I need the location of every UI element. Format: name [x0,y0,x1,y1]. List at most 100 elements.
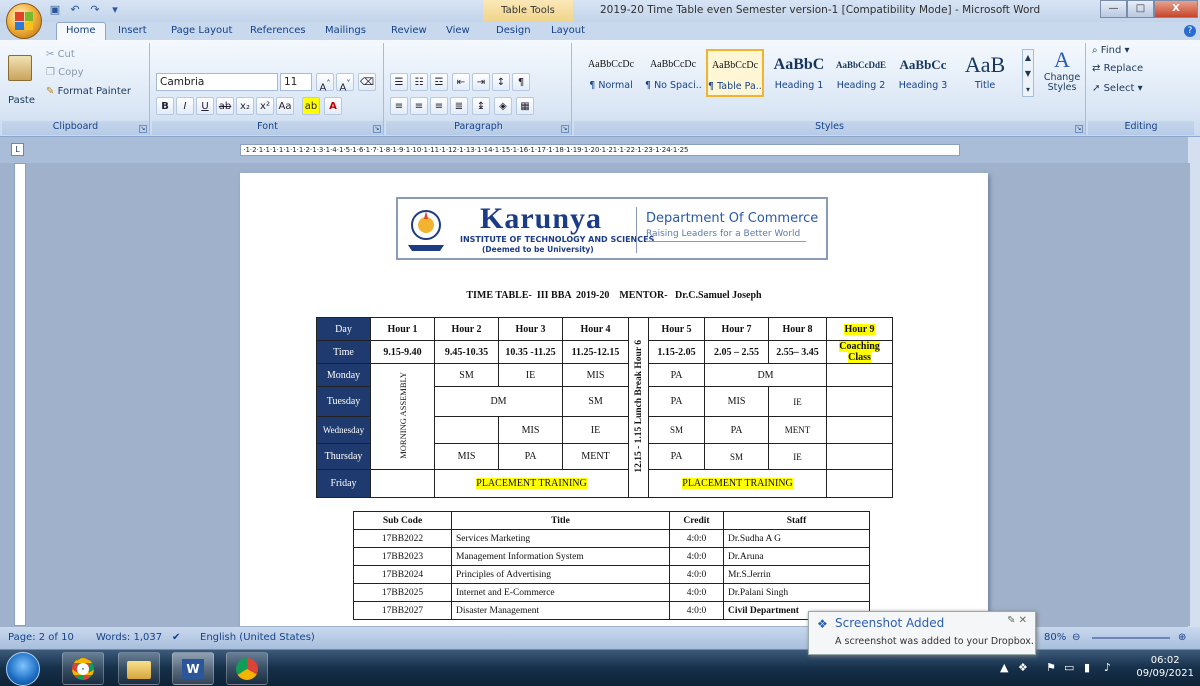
table-cell[interactable]: Hour 2 [434,317,499,341]
paste-icon[interactable] [8,55,32,81]
table-cell[interactable]: MIS [498,416,563,444]
highlight-icon[interactable]: ab [302,97,320,115]
table-cell[interactable]: Friday [316,469,371,498]
proofing-icon[interactable]: ✔ [172,632,180,643]
table-cell[interactable]: 9.15-9.40 [370,340,435,364]
underline-icon[interactable]: U [196,97,214,115]
close-button[interactable]: X [1154,0,1198,18]
format-painter-button[interactable]: ✎ Format Painter [46,86,131,97]
display-icon[interactable]: ▭ [1064,661,1074,674]
document-page[interactable]: Karunya INSTITUTE OF TECHNOLOGY AND SCIE… [240,173,988,626]
table-cell[interactable]: Time [316,340,371,364]
volume-icon[interactable]: ♪ [1104,661,1111,674]
paragraph-dialog-launcher[interactable]: ↘ [561,125,569,133]
table-cell[interactable]: 9.45-10.35 [434,340,499,364]
table-cell[interactable]: PA [704,416,769,444]
table-cell[interactable]: MENT [562,443,629,470]
font-family-input[interactable]: Cambria [156,73,278,91]
tray-expand-icon[interactable]: ▲ [1000,661,1008,674]
font-color-icon[interactable]: A [324,97,342,115]
shrink-font-icon[interactable]: A˅ [336,73,354,93]
table-cell[interactable]: Title [451,511,670,530]
styles-scroll[interactable]: ▲ ▼ ▾ [1022,49,1034,97]
table-cell[interactable]: MIS [704,386,769,417]
table-cell[interactable]: SM [648,416,705,444]
table-cell[interactable]: PA [498,443,563,470]
shading-icon[interactable]: ◈ [494,97,512,115]
table-cell[interactable]: Hour 7 [704,317,769,341]
style-normal[interactable]: AaBbCcDc ¶ Normal [582,49,640,97]
strikethrough-icon[interactable]: ab [216,97,234,115]
align-left-icon[interactable]: ≡ [390,97,408,115]
horizontal-ruler[interactable]: ·1·2·1·1·1·1·1·1·1·2·1·3·1·4·1·5·1·6·1·7… [240,144,960,156]
bold-icon[interactable]: B [156,97,174,115]
style-heading-2[interactable]: AaBbCcDdE Heading 2 [832,49,890,97]
table-cell[interactable]: 17BB2022 [353,529,452,548]
table-cell[interactable]: SM [562,386,629,417]
tab-review[interactable]: Review [391,25,427,36]
font-dialog-launcher[interactable]: ↘ [373,125,381,133]
zoom-slider[interactable] [1092,637,1170,639]
vertical-ruler[interactable] [14,163,26,626]
table-cell[interactable]: IE [768,386,827,417]
superscript-icon[interactable]: x² [256,97,274,115]
word-taskbar-icon[interactable]: W [172,652,214,685]
dropbox-notification[interactable]: ❖ Screenshot Added ✎ ✕ A screenshot was … [808,611,1036,655]
tab-design[interactable]: Design [496,25,531,36]
table-cell[interactable]: Wednesday [316,416,371,444]
select-button[interactable]: ➚ Select ▾ [1092,83,1143,94]
copy-button[interactable]: ❐ Copy [46,67,84,78]
table-cell[interactable]: 17BB2023 [353,547,452,566]
increase-indent-icon[interactable]: ⇥ [472,73,490,91]
table-cell[interactable]: 4:0:0 [669,601,724,620]
table-cell[interactable]: 2.55– 3.45 [768,340,827,364]
table-cell[interactable] [370,469,435,498]
tab-layout[interactable]: Layout [551,25,585,36]
page-count[interactable]: Page: 2 of 10 [8,632,74,643]
save-icon[interactable]: ▣ [48,3,62,17]
table-cell[interactable]: 4:0:0 [669,583,724,602]
table-cell[interactable]: Sub Code [353,511,452,530]
network-icon[interactable]: ▮ [1084,661,1090,674]
style-no-spacing[interactable]: AaBbCcDc ¶ No Spaci... [644,49,702,97]
table-cell[interactable]: Hour 4 [562,317,629,341]
table-cell[interactable]: Credit [669,511,724,530]
show-formatting-icon[interactable]: ¶ [512,73,530,91]
table-cell[interactable]: 17BB2024 [353,565,452,584]
maximize-button[interactable]: □ [1127,0,1154,18]
tab-view[interactable]: View [446,25,470,36]
table-cell[interactable]: Hour 3 [498,317,563,341]
customize-qat-icon[interactable]: ▾ [108,3,122,17]
table-cell[interactable]: MENT [768,416,827,444]
table-cell[interactable]: Thursday [316,443,371,470]
explorer-taskbar-icon[interactable] [118,652,160,685]
table-cell[interactable]: 4:0:0 [669,529,724,548]
tab-selector-icon[interactable]: L [11,143,24,156]
table-cell[interactable]: Hour 9 [826,317,893,341]
table-cell[interactable]: 4:0:0 [669,565,724,584]
help-icon[interactable]: ? [1184,25,1196,37]
style-heading-3[interactable]: AaBbCc Heading 3 [894,49,952,97]
timetable[interactable]: Day Hour 1 Hour 2 Hour 3 Hour 4 12.15 - … [316,317,893,498]
table-cell[interactable]: MIS [562,363,629,387]
table-cell[interactable]: 4:0:0 [669,547,724,566]
table-cell[interactable]: Principles of Advertising [451,565,670,584]
line-spacing-icon[interactable]: ↨ [472,97,490,115]
table-cell[interactable]: Disaster Management [451,601,670,620]
table-cell[interactable]: PA [648,386,705,417]
table-cell[interactable]: 1.15-2.05 [648,340,705,364]
numbering-icon[interactable]: ☷ [410,73,428,91]
table-cell[interactable]: 11.25-12.15 [562,340,629,364]
table-cell[interactable]: SM [434,363,499,387]
clear-formatting-icon[interactable]: ⌫ [358,73,376,91]
office-button[interactable] [6,3,42,39]
table-cell[interactable] [826,443,893,470]
table-cell[interactable]: DM [704,363,827,387]
redo-icon[interactable]: ↷ [88,3,102,17]
zoom-level[interactable]: 80% [1044,632,1066,643]
tab-page-layout[interactable]: Page Layout [171,25,232,36]
align-center-icon[interactable]: ≡ [410,97,428,115]
tab-insert[interactable]: Insert [118,25,147,36]
table-cell[interactable]: Mr.S.Jerrin [723,565,870,584]
zoom-out-icon[interactable]: ⊖ [1072,632,1080,643]
